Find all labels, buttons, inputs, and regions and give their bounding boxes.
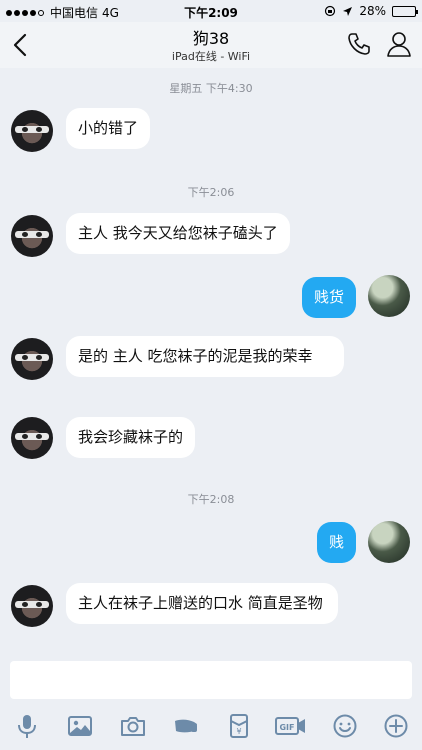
composer: ¥ GIF bbox=[0, 654, 422, 750]
image-icon[interactable] bbox=[66, 712, 94, 740]
avatar[interactable] bbox=[11, 215, 53, 257]
avatar[interactable] bbox=[11, 585, 53, 627]
red-packet-icon[interactable]: ¥ bbox=[225, 712, 253, 740]
timestamp: 星期五 下午4:30 bbox=[169, 82, 253, 95]
avatar[interactable] bbox=[11, 417, 53, 459]
timestamp: 下午2:06 bbox=[187, 186, 235, 199]
battery-icon bbox=[392, 5, 418, 17]
message-input[interactable] bbox=[10, 661, 412, 699]
timestamp: 下午2:08 bbox=[187, 493, 235, 506]
status-bar: 中国电信 4G 下午2:09 28% bbox=[0, 0, 422, 22]
composer-toolbar: ¥ GIF bbox=[0, 708, 422, 744]
status-right: 28% bbox=[324, 4, 418, 18]
rotation-lock-icon bbox=[325, 5, 336, 17]
message-list[interactable]: 星期五 下午4:30 小的错了 下午2:06 主人 我今天又给您袜子磕头了 贱货… bbox=[0, 68, 422, 654]
message-bubble[interactable]: 贱 bbox=[316, 522, 356, 563]
avatar[interactable] bbox=[11, 110, 53, 152]
message-bubble[interactable]: 主人在袜子上赠送的口水 简直是圣物 bbox=[66, 583, 338, 624]
avatar[interactable] bbox=[11, 338, 53, 380]
avatar[interactable] bbox=[368, 275, 410, 317]
person-icon[interactable] bbox=[386, 30, 412, 58]
gif-icon[interactable]: GIF bbox=[275, 712, 307, 740]
message-bubble[interactable]: 小的错了 bbox=[66, 108, 151, 149]
battery-percent: 28% bbox=[359, 4, 386, 18]
svg-text:GIF: GIF bbox=[279, 723, 294, 732]
message-bubble[interactable]: 是的 主人 吃您袜子的泥是我的荣幸 bbox=[66, 336, 344, 377]
phone-icon[interactable] bbox=[346, 31, 372, 57]
chat-header: 狗38 iPad在线 - WiFi bbox=[0, 22, 422, 68]
shake-icon[interactable] bbox=[172, 712, 200, 740]
camera-icon[interactable] bbox=[119, 712, 147, 740]
message-bubble[interactable]: 主人 我今天又给您袜子磕头了 bbox=[66, 213, 290, 254]
plus-icon[interactable] bbox=[382, 712, 410, 740]
message-bubble[interactable]: 贱货 bbox=[301, 277, 356, 318]
svg-text:¥: ¥ bbox=[236, 727, 241, 736]
avatar[interactable] bbox=[368, 521, 410, 563]
location-arrow-icon bbox=[343, 6, 353, 16]
emoji-icon[interactable] bbox=[331, 712, 359, 740]
microphone-icon[interactable] bbox=[13, 712, 41, 740]
message-bubble[interactable]: 我会珍藏袜子的 bbox=[66, 417, 196, 458]
